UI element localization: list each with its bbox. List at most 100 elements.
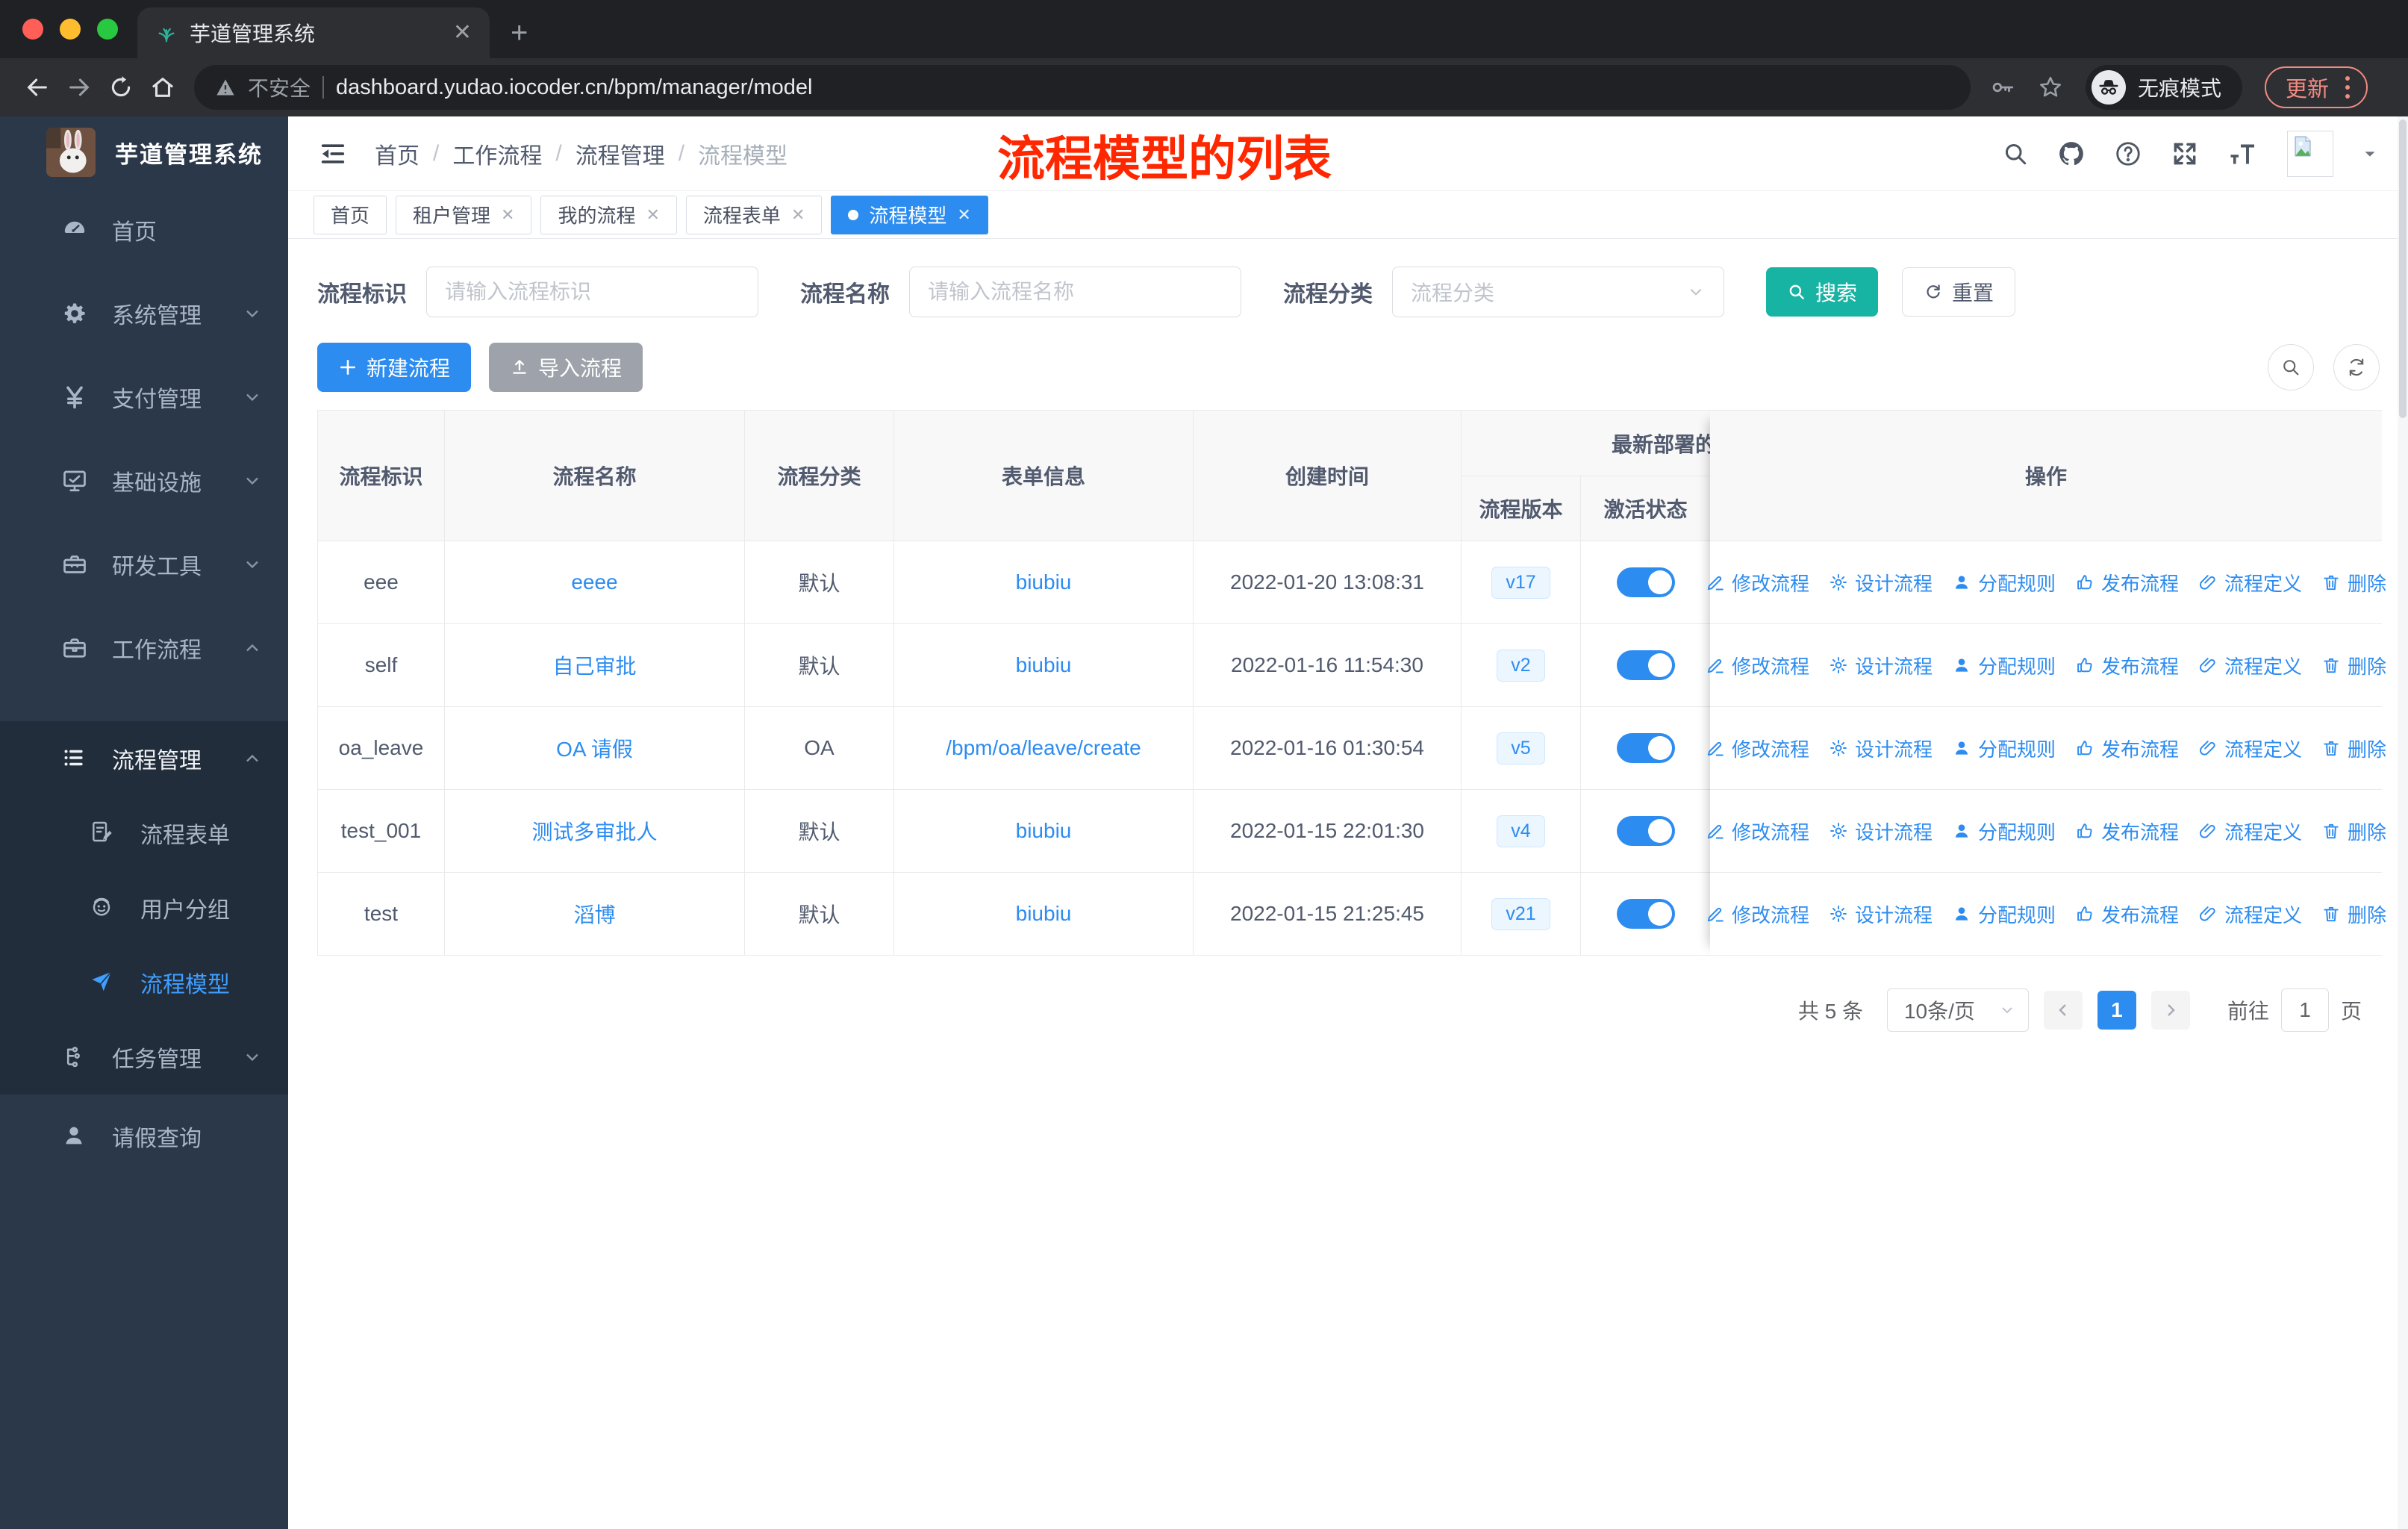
tag-close-icon[interactable]: ✕ [501,205,514,225]
sidebar-item-process-management[interactable]: 流程管理 [0,721,288,796]
action-edit-link[interactable]: 修改流程 [1706,735,1809,762]
sidebar-item-task-management[interactable]: 任务管理 [0,1020,288,1094]
action-delete-link[interactable]: 删除 [2321,652,2386,679]
cell-form-link[interactable]: biubiu [1016,570,1072,594]
action-assign-link[interactable]: 分配规则 [1952,569,2056,597]
action-assign-link[interactable]: 分配规则 [1952,818,2056,845]
action-assign-link[interactable]: 分配规则 [1952,735,2056,762]
cell-name-link[interactable]: eeee [571,570,617,594]
sidebar-item-payment[interactable]: 支付管理 [0,355,288,439]
action-assign-link[interactable]: 分配规则 [1952,900,2056,928]
action-delete-link[interactable]: 删除 [2321,569,2386,597]
sidebar-toggle-icon[interactable] [318,139,348,169]
tag-tenant[interactable]: 租户管理 ✕ [396,195,532,234]
warning-icon[interactable] [215,77,236,98]
minimize-window-button[interactable] [60,19,81,40]
tag-home[interactable]: 首页 [314,195,387,234]
page-scrollbar[interactable] [2398,116,2408,1529]
prev-page-button[interactable] [2043,991,2083,1030]
caret-down-icon[interactable] [2362,146,2378,162]
tag-close-icon[interactable]: ✕ [791,205,805,225]
sidebar-item-devtools[interactable]: 研发工具 [0,523,288,606]
tag-my-process[interactable]: 我的流程 ✕ [540,195,677,234]
browser-menu-icon[interactable] [2339,76,2356,99]
cell-form-link[interactable]: biubiu [1016,902,1072,926]
scrollbar-thumb[interactable] [2399,119,2407,418]
action-edit-link[interactable]: 修改流程 [1706,818,1809,845]
filter-key-input[interactable] [426,267,758,317]
bookmark-star-icon[interactable] [2038,75,2063,100]
sidebar-logo-row[interactable]: 芋道管理系统 [0,116,288,188]
url-bar[interactable]: 不安全 dashboard.yudao.iocoder.cn/bpm/manag… [194,65,1971,110]
tab-close-icon[interactable]: ✕ [453,22,472,44]
action-delete-link[interactable]: 删除 [2321,900,2386,928]
tag-close-icon[interactable]: ✕ [646,205,659,225]
browser-update-button[interactable]: 更新 [2265,66,2368,108]
new-tab-button[interactable]: + [511,18,528,48]
action-publish-link[interactable]: 发布流程 [2075,735,2179,762]
active-toggle[interactable] [1616,816,1675,846]
search-icon[interactable] [2002,140,2029,167]
active-toggle[interactable] [1616,567,1675,597]
goto-page-input[interactable] [2280,988,2329,1032]
forward-icon[interactable] [58,66,100,108]
sidebar-item-workflow[interactable]: 工作流程 [0,606,288,690]
fullscreen-icon[interactable] [2171,140,2199,168]
action-design-link[interactable]: 设计流程 [1829,818,1933,845]
sidebar-item-home[interactable]: 首页 [0,188,288,272]
version-tag[interactable]: v17 [1491,566,1550,599]
reload-icon[interactable] [100,66,142,108]
sidebar-item-leave-query[interactable]: 请假查询 [0,1094,288,1178]
sidebar-item-system[interactable]: 系统管理 [0,272,288,355]
action-publish-link[interactable]: 发布流程 [2075,569,2179,597]
import-process-button[interactable]: 导入流程 [489,343,643,392]
action-definition-link[interactable]: 流程定义 [2198,652,2302,679]
version-tag[interactable]: v4 [1497,815,1545,847]
action-publish-link[interactable]: 发布流程 [2075,652,2179,679]
version-tag[interactable]: v2 [1497,649,1545,682]
action-design-link[interactable]: 设计流程 [1829,569,1933,597]
home-icon[interactable] [142,66,184,108]
help-icon[interactable] [2114,140,2142,168]
sidebar-item-infra[interactable]: 基础设施 [0,439,288,523]
action-edit-link[interactable]: 修改流程 [1706,652,1809,679]
action-publish-link[interactable]: 发布流程 [2075,900,2179,928]
browser-tab[interactable]: 芋道管理系统 ✕ [137,7,490,58]
show-search-button[interactable] [2268,344,2314,390]
version-tag[interactable]: v5 [1497,732,1545,764]
active-toggle[interactable] [1616,650,1675,680]
github-icon[interactable] [2057,140,2086,168]
action-publish-link[interactable]: 发布流程 [2075,818,2179,845]
breadcrumb-item[interactable]: 工作流程 [452,137,542,170]
search-button[interactable]: 搜索 [1766,267,1879,317]
tag-close-icon[interactable]: ✕ [957,205,970,225]
cell-name-link[interactable]: 测试多审批人 [531,816,657,846]
refresh-table-button[interactable] [2333,344,2380,390]
cell-name-link[interactable]: 滔博 [573,899,615,929]
next-page-button[interactable] [2150,991,2190,1030]
action-definition-link[interactable]: 流程定义 [2198,900,2302,928]
maximize-window-button[interactable] [97,19,118,40]
breadcrumb-item[interactable]: 流程管理 [576,137,665,170]
version-tag[interactable]: v21 [1491,897,1550,930]
filter-category-select[interactable]: 流程分类 [1392,267,1724,317]
action-delete-link[interactable]: 删除 [2321,818,2386,845]
cell-form-link[interactable]: /bpm/oa/leave/create [946,736,1141,760]
action-design-link[interactable]: 设计流程 [1829,735,1933,762]
create-process-button[interactable]: 新建流程 [317,343,472,392]
action-assign-link[interactable]: 分配规则 [1952,652,2056,679]
tag-process-form[interactable]: 流程表单 ✕ [685,195,823,234]
action-design-link[interactable]: 设计流程 [1829,652,1933,679]
tag-process-model[interactable]: 流程模型 ✕ [831,195,988,234]
reset-button[interactable]: 重置 [1902,267,2016,317]
breadcrumb-item[interactable]: 首页 [375,137,419,170]
action-definition-link[interactable]: 流程定义 [2198,818,2302,845]
action-definition-link[interactable]: 流程定义 [2198,569,2302,597]
font-size-icon[interactable] [2227,140,2259,168]
page-size-select[interactable]: 10条/页 [1886,988,2029,1032]
back-icon[interactable] [16,66,58,108]
cell-form-link[interactable]: biubiu [1016,819,1072,843]
sidebar-item-user-group[interactable]: 用户分组 [0,871,288,945]
action-delete-link[interactable]: 删除 [2321,735,2386,762]
action-edit-link[interactable]: 修改流程 [1706,900,1809,928]
